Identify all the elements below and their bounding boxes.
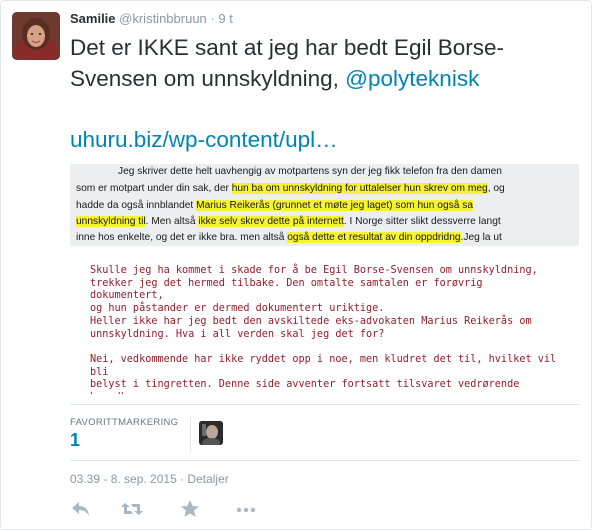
more-icon[interactable] [234, 499, 258, 521]
divider [70, 404, 579, 405]
highlighted-text: unnskyldning til [76, 216, 146, 227]
mention-link[interactable]: @polyteknisk [345, 66, 479, 91]
highlighted-text: ikke selv skrev dette på internett [198, 216, 344, 227]
highlighted-text: hun ba om unnskyldning for uttalelser hu… [231, 183, 488, 194]
tweet-timestamp[interactable]: 03.39 - 8. sep. 2015 · Detaljer [70, 472, 229, 486]
favorites-count[interactable]: 1 [70, 430, 80, 451]
tweet-url-link[interactable]: uhuru.biz/wp-content/upl… [70, 124, 338, 155]
retweet-icon[interactable] [120, 499, 144, 521]
quote-paragraph-2: Heller ikke har jeg bedt den avskiltede … [90, 316, 532, 340]
scan-line: hadde da også innblandet Marius Reikerås… [76, 200, 473, 211]
scan-line: unnskyldning til. Men altså ikke selv sk… [76, 216, 501, 227]
scan-line: inne hos enkelte, og det er ikke bra. me… [76, 232, 502, 243]
highlighted-text: også dette et resultat av din oppdridng [287, 232, 461, 243]
tweet-header: Samilie @kristinbbruun · 9 t [70, 11, 233, 27]
tweet-time[interactable]: 9 t [218, 11, 232, 26]
scan-line: som er motpart under din sak, der hun ba… [76, 183, 505, 194]
author-handle[interactable]: @kristinbbruun [119, 11, 207, 26]
author-name[interactable]: Samilie [70, 11, 116, 26]
header-separator: · [210, 11, 215, 26]
author-avatar[interactable] [12, 12, 60, 60]
star-icon[interactable] [180, 499, 204, 521]
reply-icon[interactable] [70, 499, 94, 521]
scan-line: Jeg skriver dette helt uavhengig av motp… [118, 166, 502, 177]
quote-paragraph-1: Skulle jeg ha kommet i skade for å be Eg… [90, 265, 538, 314]
divider [70, 460, 579, 461]
quote-paragraph-3: Nei, vedkommende har ikke ryddet opp i n… [90, 354, 557, 394]
scanned-text-area: Jeg skriver dette helt uavhengig av motp… [70, 164, 579, 246]
highlighted-text: Marius Reikerås (grunnet et møte jeg lag… [196, 200, 473, 211]
favoriter-avatar[interactable] [199, 421, 223, 445]
stat-separator [190, 416, 191, 452]
attached-image[interactable]: Jeg skriver dette helt uavhengig av motp… [70, 164, 579, 394]
tweet-text: Det er IKKE sant at jeg har bedt Egil Bo… [70, 32, 570, 94]
favorites-label[interactable]: FAVORITTMARKERING [70, 417, 178, 428]
